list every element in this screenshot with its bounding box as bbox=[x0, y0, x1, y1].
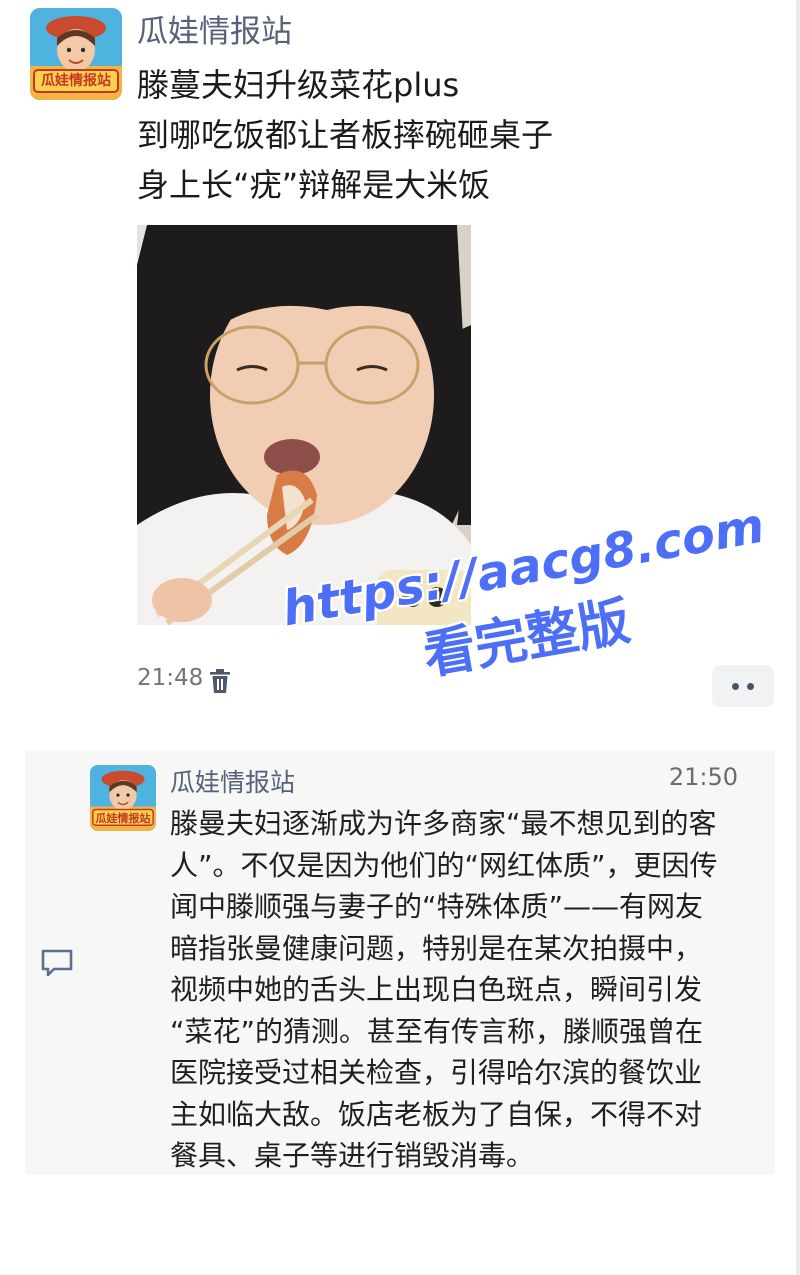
post-text-line: 到哪吃饭都让者板摔碗砸桌子 bbox=[137, 116, 554, 154]
comment-username[interactable]: 瓜娃情报站 bbox=[170, 763, 295, 799]
post-text: 滕蔓夫妇升级菜花plus 到哪吃饭都让者板摔碗砸桌子 身上长“疣”辩解是大米饭 bbox=[137, 60, 757, 210]
post-photo[interactable] bbox=[137, 225, 471, 625]
more-dots-icon bbox=[747, 682, 754, 690]
comment-text-line: 视频中她的舌头上出现白色斑点，瞬间引发 bbox=[170, 973, 703, 1006]
more-options-button[interactable] bbox=[712, 665, 774, 707]
post-username[interactable]: 瓜娃情报站 bbox=[137, 6, 292, 51]
comment-text-line: “菜花”的猜测。甚至有传言称，滕顺强曾在 bbox=[170, 1014, 704, 1048]
avatar-badge-text: 瓜娃情报站 bbox=[41, 73, 111, 89]
scroll-edge bbox=[796, 0, 800, 1275]
avatar-badge-text: 瓜娃情报站 bbox=[95, 812, 151, 825]
more-dots-icon bbox=[732, 682, 739, 690]
comment-text-line: 滕曼夫妇逐渐成为许多商家“最不想见到的客 bbox=[170, 807, 717, 840]
comment-text-line: 餐具、桌子等进行销毁消毒。 bbox=[170, 1139, 535, 1172]
comment-text-line: 闻中滕顺强与妻子的“特殊体质”——有网友 bbox=[170, 890, 704, 923]
comment-text-line: 人”。不仅是因为他们的“网红体质”，更因传 bbox=[170, 848, 718, 882]
post-text-line: 滕蔓夫妇升级菜花plus bbox=[137, 66, 460, 104]
comment-text: 滕曼夫妇逐渐成为许多商家“最不想见到的客 人”。不仅是因为他们的“网红体质”，更… bbox=[170, 803, 760, 1177]
post-text-line: 身上长“疣”辩解是大米饭 bbox=[137, 166, 491, 204]
comment-text-line: 暗指张曼健康问题，特别是在某次拍摄中， bbox=[170, 931, 703, 965]
moments-page: 瓜娃情报站 瓜娃情报站 滕蔓夫妇升级菜花plus 到哪吃饭都让者板摔碗砸桌子 身… bbox=[0, 0, 800, 1275]
photo-illustration bbox=[137, 225, 471, 625]
post-timestamp: 21:48 bbox=[137, 665, 204, 691]
comment-text-line: 医院接受过相关检查，引得哈尔滨的餐饮业 bbox=[170, 1056, 703, 1089]
comment-bubble-icon[interactable] bbox=[40, 948, 74, 978]
comment-timestamp: 21:50 bbox=[668, 763, 738, 791]
trash-icon[interactable] bbox=[208, 668, 232, 694]
comment-text-line: 主如临大敌。饭店老板为了自保，不得不对 bbox=[170, 1097, 703, 1131]
